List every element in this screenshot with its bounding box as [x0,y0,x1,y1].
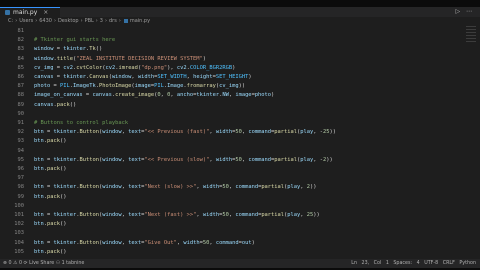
code-line[interactable]: cv_img = cv2.cvtColor(cv2.imread("dp.png… [34,64,235,73]
line-number: 83 [17,46,25,53]
line-number: 86 [17,74,25,80]
status-bar: ⊗ 0 ⚠ 0 ⟳ Live Share ⚇ 1 tabnine Ln 23, … [0,259,480,268]
line-number: 95 [17,156,25,163]
line-number-gutter: 81 82 83 84 85 86 87 88 89 90 91 92 93 94 95 96 97 98 99 10… [0,26,24,259]
code-line[interactable]: window.title("ZEAL INSTITUTE DECISION RE… [34,55,206,64]
breadcrumb-item[interactable]: main.py [130,18,150,24]
line-number: 104 [14,239,24,246]
code-line[interactable]: btn.pack() [34,137,66,146]
code-line[interactable]: btn.pack() [34,193,66,202]
minimap-line [466,41,476,42]
tab-main-py[interactable]: main.py × [0,7,60,17]
line-number: 99 [17,193,25,200]
line-number: 82 [17,37,25,44]
minimap-line [466,29,476,30]
code-line[interactable]: btn = tkinter.Button(window, text="<< Pr… [34,128,336,137]
breadcrumb-item[interactable]: 3 [100,18,103,24]
editor-tab-bar: main.py × ▷ ⋯ [0,7,480,17]
code-line[interactable]: # Buttons to control playback [34,119,128,128]
chevron-right-icon: › [15,18,18,24]
minimap-line [466,38,476,39]
code-line[interactable]: btn.pack() [34,220,66,229]
line-number: 85 [17,64,25,71]
line-number: 81 [17,28,25,34]
chevron-right-icon: › [35,18,38,24]
code-line[interactable]: btn = tkinter.Button(window, text="Next … [34,183,317,192]
line-number: 92 [17,129,25,136]
chevron-right-icon: › [104,18,107,24]
minimap-line [466,35,476,36]
line-number: 98 [17,184,25,191]
code-line[interactable]: btn.pack() [34,165,66,174]
vscode-window: main.py × ▷ ⋯ C: › Users › 6430 › Desktop › PBL ›… [0,0,480,270]
chevron-right-icon: › [53,18,56,24]
line-number: 102 [14,221,24,228]
code-line[interactable]: btn = tkinter.Button(window, text="Next … [34,211,320,220]
breadcrumb-item[interactable]: drs [109,18,117,24]
code-area[interactable]: # Tkinter gui starts here window = tkinte… [34,26,474,259]
line-number: 93 [17,138,25,145]
line-number: 91 [17,120,25,126]
python-file-icon [5,10,10,15]
chevron-right-icon: › [118,18,121,24]
line-number: 89 [17,101,25,108]
code-line[interactable]: photo = PIL.ImageTk.PhotoImage(image=PIL… [34,82,245,91]
chevron-right-icon: › [95,18,98,24]
code-editor[interactable]: 81 82 83 84 85 86 87 88 89 90 91 92 93 94 95 96 97 98 99 10… [0,26,480,259]
top-letterbox [0,0,480,7]
breadcrumb-item[interactable]: 6430 [39,18,52,24]
code-line[interactable]: window = tkinter.Tk() [34,45,102,54]
code-line[interactable]: # Tkinter gui starts here [34,36,115,45]
breadcrumb-item[interactable]: C: [8,18,13,24]
close-icon[interactable]: × [43,9,48,16]
minimap[interactable] [466,26,476,86]
code-line[interactable]: btn = tkinter.Button(window, text="Give … [34,239,255,248]
code-line[interactable]: canvas.pack() [34,101,76,110]
line-number: 84 [17,55,25,62]
code-line[interactable]: canvas = tkinter.Canvas(window, width=SE… [34,73,252,82]
breadcrumb-item[interactable]: PBL [85,18,94,24]
minimap-line [466,26,476,27]
breadcrumb: C: › Users › 6430 › Desktop › PBL › 3 › drs › main.py [0,17,480,25]
line-number: 97 [17,175,25,182]
python-file-icon [123,19,128,23]
code-line[interactable]: btn = tkinter.Button(window, text="<< Pr… [34,156,333,165]
breadcrumb-item[interactable]: Users [19,18,33,24]
line-number: 94 [17,147,25,154]
line-number: 100 [14,202,24,209]
line-number: 87 [17,83,25,90]
code-line[interactable]: image_on_canvas = canvas.create_image(0,… [34,91,274,100]
line-number: 96 [17,166,25,172]
minimap-line [466,32,476,33]
line-number: 105 [14,248,24,255]
chevron-right-icon: › [80,18,83,24]
line-number: 101 [14,212,24,218]
status-right[interactable]: Ln 23, Col 1 Spaces: 4 UTF-8 CRLF Python [351,261,476,266]
line-number: 88 [17,92,25,99]
breadcrumb-item[interactable]: Desktop [58,18,79,24]
status-left[interactable]: ⊗ 0 ⚠ 0 ⟳ Live Share ⚇ 1 tabnine [3,261,84,266]
code-line[interactable]: btn.pack() [34,248,66,257]
line-number: 90 [17,110,25,117]
run-and-more-icons[interactable]: ▷ ⋯ [455,8,474,15]
line-number: 103 [14,230,24,237]
tab-label: main.py [13,9,38,16]
